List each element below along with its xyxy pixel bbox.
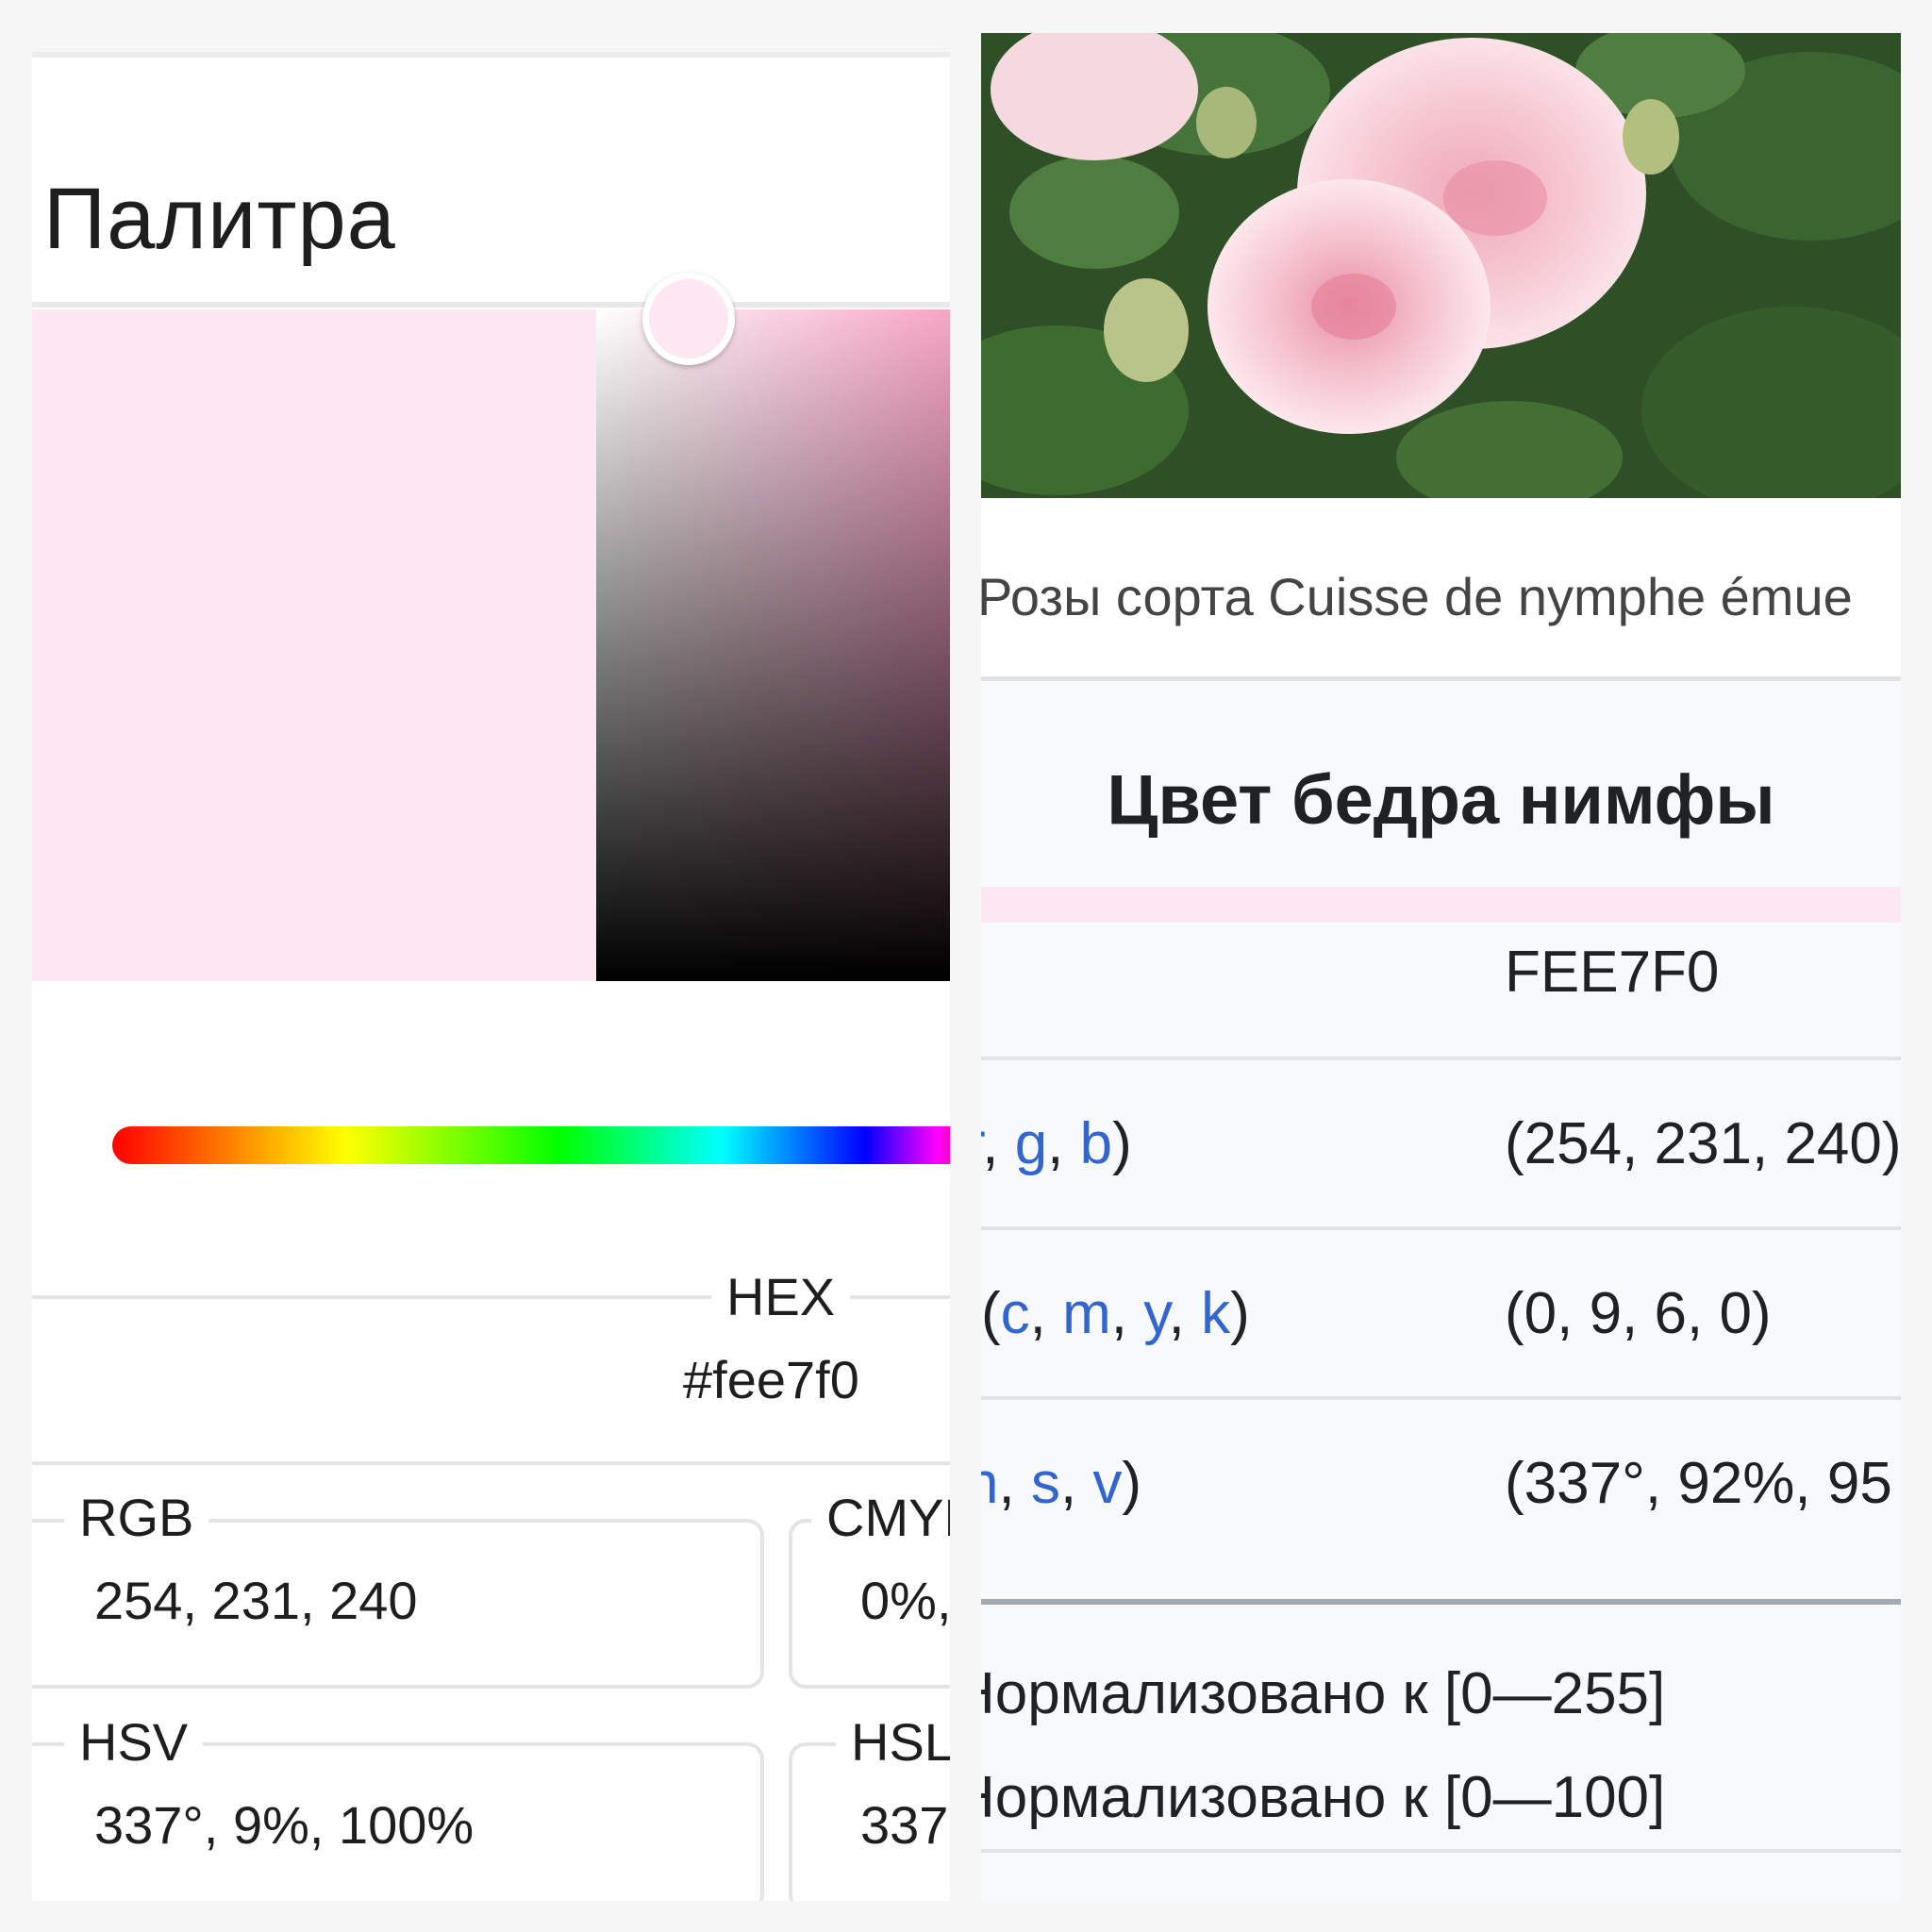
page-title: Палитра bbox=[43, 171, 396, 267]
row-divider bbox=[981, 1226, 1901, 1230]
hsv-row-value: (337°, 92%, 95 bbox=[1505, 1451, 1892, 1516]
divider bbox=[32, 302, 950, 308]
wiki-infobox: Розы сорта Cuisse de nymphe émue Цвет бе… bbox=[981, 33, 1901, 1901]
note-normalized-100: Нормализовано к [0—100] bbox=[981, 1765, 1666, 1830]
table-title: Цвет бедра нимфы bbox=[1107, 760, 1775, 839]
picker-handle[interactable] bbox=[642, 273, 735, 365]
rgb-row-value: (254, 231, 240) bbox=[1505, 1111, 1901, 1176]
hue-slider[interactable] bbox=[112, 1126, 950, 1164]
hex-label: HEX bbox=[711, 1269, 851, 1325]
roses-image bbox=[981, 33, 1901, 498]
note-normalized-255: Нормализовано к [0—255] bbox=[981, 1661, 1666, 1726]
cmyk-value[interactable]: 0%, bbox=[860, 1573, 950, 1629]
s-link[interactable]: s bbox=[1031, 1451, 1060, 1516]
hsv-label: HSV bbox=[64, 1714, 204, 1771]
k-link[interactable]: k bbox=[1201, 1281, 1230, 1346]
table-footer-border bbox=[981, 1599, 1901, 1605]
cmyk-row-label: (c, m, y, k) bbox=[981, 1281, 1250, 1346]
top-divider bbox=[32, 52, 950, 58]
color-swatch bbox=[981, 887, 1901, 923]
g-link[interactable]: g bbox=[1015, 1111, 1047, 1176]
cmyk-row-value: (0, 9, 6, 0) bbox=[1505, 1281, 1772, 1346]
h-link[interactable]: h bbox=[981, 1451, 998, 1516]
hsl-label: HSL bbox=[836, 1714, 950, 1771]
color-preview bbox=[32, 309, 596, 981]
palette-panel: Палитра HEX #fee7f0 RGB 254, 231, 240 CM… bbox=[32, 52, 950, 1901]
roses-photo bbox=[981, 33, 1901, 498]
c-link[interactable]: c bbox=[1001, 1281, 1030, 1346]
rgb-label: RGB bbox=[64, 1490, 209, 1546]
row-divider bbox=[981, 1396, 1901, 1400]
v-link[interactable]: v bbox=[1092, 1451, 1122, 1516]
cmyk-label: CMYK bbox=[811, 1490, 950, 1546]
rgb-value[interactable]: 254, 231, 240 bbox=[94, 1573, 418, 1629]
b-link[interactable]: b bbox=[1080, 1111, 1112, 1176]
hex-value: FEE7F0 bbox=[1505, 940, 1720, 1005]
saturation-value-picker[interactable] bbox=[596, 309, 950, 981]
r-link[interactable]: r bbox=[981, 1111, 982, 1176]
hsv-row-label: h, s, v) bbox=[981, 1450, 1141, 1517]
table-top-border bbox=[981, 676, 1901, 681]
value-gradient bbox=[596, 309, 950, 981]
row-divider bbox=[981, 1057, 1901, 1060]
rgb-row-label: r, g, b) bbox=[981, 1110, 1132, 1177]
row-divider bbox=[981, 1849, 1901, 1853]
hsv-value[interactable]: 337°, 9%, 100% bbox=[94, 1797, 474, 1854]
hsl-value[interactable]: 337 bbox=[860, 1797, 948, 1854]
hex-value[interactable]: #fee7f0 bbox=[683, 1352, 859, 1408]
m-link[interactable]: m bbox=[1062, 1281, 1111, 1346]
y-link[interactable]: y bbox=[1143, 1281, 1168, 1346]
image-caption: Розы сорта Cuisse de nymphe émue bbox=[981, 567, 1853, 626]
